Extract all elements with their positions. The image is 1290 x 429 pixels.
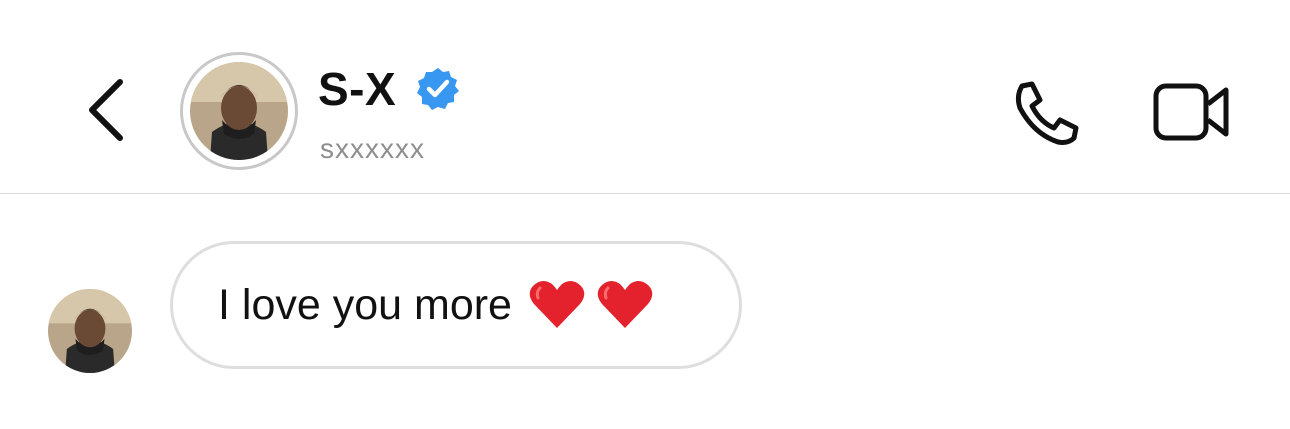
back-button[interactable]	[80, 70, 140, 150]
phone-icon	[1015, 81, 1079, 145]
message-sender-avatar[interactable]	[48, 289, 132, 373]
verified-badge-icon	[415, 66, 461, 112]
red-heart-icon	[529, 280, 585, 328]
contact-username: sxxxxxx	[320, 133, 425, 164]
audio-call-button[interactable]	[1008, 78, 1084, 148]
emoji-group	[528, 278, 654, 332]
video-call-button[interactable]	[1152, 80, 1232, 144]
profile-avatar[interactable]	[180, 52, 298, 170]
message-bubble[interactable]: I love you more	[170, 241, 742, 369]
video-camera-icon	[1153, 83, 1229, 141]
red-heart-icon	[597, 280, 653, 328]
message-text: I love you more	[218, 280, 512, 329]
contact-name[interactable]: S-X	[318, 64, 396, 114]
chevron-left-icon	[89, 79, 123, 141]
avatar-photo	[190, 62, 288, 160]
chat-header: S-X sxxxxxx	[0, 0, 1290, 194]
